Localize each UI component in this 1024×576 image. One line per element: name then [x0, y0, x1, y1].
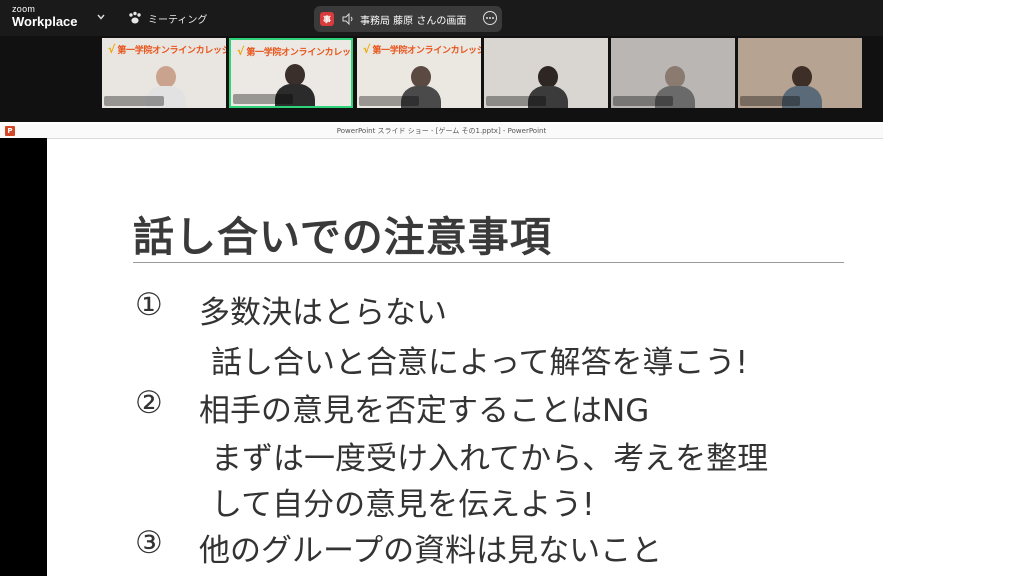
item-line: まずは一度受け入れてから、考えを整理: [211, 441, 769, 477]
item-line: 話し合いと合意によって解答を導こう!: [211, 345, 748, 381]
video-gallery-strip: √ 第一学院オンラインカレッジ √ 第一学院オンラインカレッジ √ 第一学院オンライン…: [0, 36, 883, 122]
video-tile[interactable]: [738, 38, 862, 108]
participant-name-tag: [740, 96, 800, 106]
slide-left-margin: [0, 138, 47, 576]
meeting-label: ミーティング: [148, 14, 208, 26]
screen-share-indicator[interactable]: 事 事務局 藤原 さんの画面: [314, 6, 502, 32]
item-line: 相手の意見を否定することはNG: [199, 393, 650, 429]
video-tile[interactable]: [484, 38, 608, 108]
powerpoint-title-bar: P PowerPoint スライド ショー - [ゲーム その1.pptx] -…: [0, 124, 883, 139]
item-number: ③: [135, 525, 163, 561]
item-line: して自分の意見を伝えよう!: [211, 487, 595, 523]
school-logo: √ 第一学院オンラインカレッジ: [237, 44, 353, 58]
brand-small: zoom: [12, 4, 36, 14]
video-tile[interactable]: √ 第一学院オンラインカレッジ: [102, 38, 226, 108]
title-divider: [133, 262, 844, 263]
item-number: ②: [135, 385, 163, 421]
participant-name-tag: [104, 96, 164, 106]
item-line: 他のグループの資料は見ないこと: [199, 533, 663, 569]
video-tile-active-speaker[interactable]: √ 第一学院オンラインカレッジ: [229, 38, 353, 108]
item-line: 多数決はとらない: [199, 295, 447, 331]
brand-main: Workplace: [12, 14, 78, 29]
presentation-slide: 話し合いでの注意事項 ① 多数決はとらない 話し合いと合意によって解答を導こう!…: [47, 139, 883, 576]
share-text: 事務局 藤原 さんの画面: [360, 15, 467, 27]
participant-name-tag: [359, 96, 419, 106]
more-options-icon[interactable]: [483, 11, 497, 25]
participant-name-tag: [613, 96, 673, 106]
school-logo: √ 第一学院オンラインカレッジ: [363, 42, 481, 56]
zoom-workplace-logo: zoom Workplace: [12, 4, 78, 29]
presenter-avatar: 事: [320, 12, 334, 26]
participant-name-tag: [233, 94, 293, 104]
video-tile[interactable]: [611, 38, 735, 108]
school-logo: √ 第一学院オンラインカレッジ: [108, 42, 226, 56]
speaker-icon[interactable]: [342, 13, 354, 25]
zoom-top-bar: zoom Workplace ミーティング 事 事務局 藤原 さんの画面: [0, 0, 883, 36]
slide-title: 話し合いでの注意事項: [133, 213, 552, 261]
paw-icon: [129, 11, 141, 24]
window-title: PowerPoint スライド ショー - [ゲーム その1.pptx] - P…: [336, 127, 547, 135]
participant-name-tag: [486, 96, 546, 106]
item-number: ①: [135, 287, 163, 323]
chevron-down-icon[interactable]: [96, 12, 106, 22]
video-tile[interactable]: √ 第一学院オンラインカレッジ: [357, 38, 481, 108]
meeting-button[interactable]: ミーティング: [128, 10, 207, 26]
